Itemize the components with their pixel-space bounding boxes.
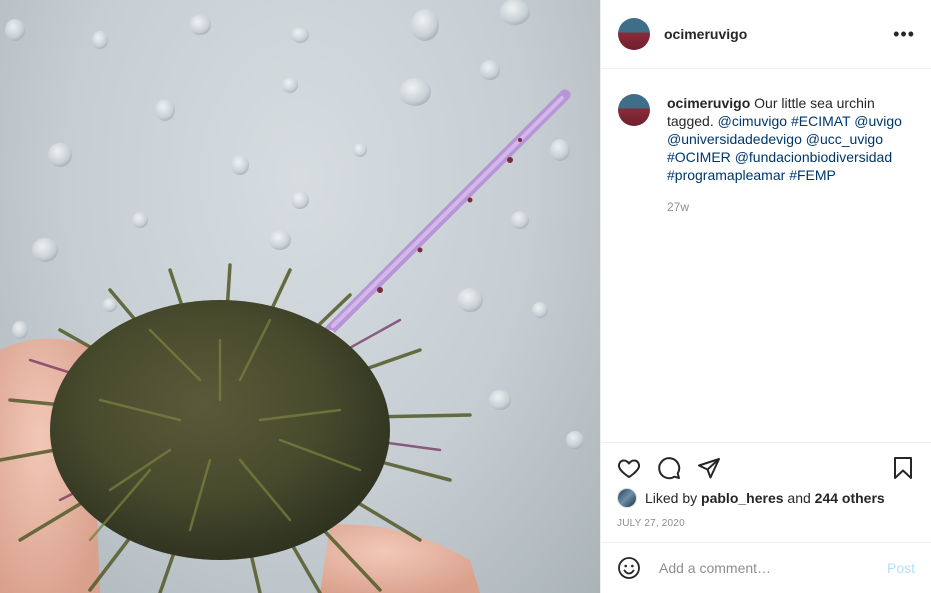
post-header: ocimeruvigo ••• xyxy=(601,0,931,69)
heart-icon[interactable] xyxy=(617,456,641,480)
likes-others[interactable]: 244 others xyxy=(815,490,885,506)
caption-body: ocimeruvigo Our little sea urchin tagged… xyxy=(667,94,915,442)
smiley-icon[interactable] xyxy=(617,556,641,580)
caption-author-avatar[interactable] xyxy=(618,94,650,126)
post-actions: Liked by pablo_heres and 244 others JULY… xyxy=(601,442,931,542)
post-comment-button[interactable]: Post xyxy=(887,560,915,576)
paper-plane-icon[interactable] xyxy=(697,456,721,480)
sea-urchin-photo xyxy=(0,0,584,593)
action-icons-row xyxy=(617,443,915,493)
caption-tag[interactable]: @fundacionbiodiversidad xyxy=(735,149,892,165)
caption-tag[interactable]: @ucc_uvigo xyxy=(806,131,883,147)
liker-avatar[interactable] xyxy=(617,488,637,508)
comment-bar: Post xyxy=(601,542,931,593)
author-username[interactable]: ocimeruvigo xyxy=(664,26,893,42)
post-side-panel: ocimeruvigo ••• ocimeruvigo Our little s… xyxy=(600,0,931,593)
likes-connector: and xyxy=(787,490,811,506)
caption-text: ocimeruvigo Our little sea urchin tagged… xyxy=(667,94,915,184)
more-options-icon[interactable]: ••• xyxy=(893,24,915,45)
comment-input[interactable] xyxy=(657,559,887,577)
liker-username[interactable]: pablo_heres xyxy=(701,490,783,506)
caption-tag[interactable]: @universidadedevigo xyxy=(667,131,802,147)
likes-prefix: Liked by xyxy=(645,490,698,506)
post-date[interactable]: JULY 27, 2020 xyxy=(617,518,915,529)
bookmark-icon[interactable] xyxy=(891,456,915,480)
instagram-post: ocimeruvigo ••• ocimeruvigo Our little s… xyxy=(0,0,931,593)
caption-tag[interactable]: #ECIMAT xyxy=(791,113,850,129)
comment-bubble-icon[interactable] xyxy=(657,456,681,480)
caption-tag[interactable]: #OCIMER xyxy=(667,149,731,165)
caption-username[interactable]: ocimeruvigo xyxy=(667,95,750,111)
caption-tag[interactable]: @cimuvigo xyxy=(718,113,787,129)
caption-tag[interactable]: @uvigo xyxy=(854,113,902,129)
caption-age[interactable]: 27w xyxy=(667,198,915,216)
caption-section: ocimeruvigo Our little sea urchin tagged… xyxy=(601,70,931,442)
caption-tag[interactable]: #programapleamar xyxy=(667,167,785,183)
caption-tag[interactable]: #FEMP xyxy=(789,167,836,183)
likes-summary: Liked by pablo_heres and 244 others xyxy=(617,488,915,508)
post-photo[interactable] xyxy=(0,0,600,593)
author-avatar[interactable] xyxy=(618,18,650,50)
